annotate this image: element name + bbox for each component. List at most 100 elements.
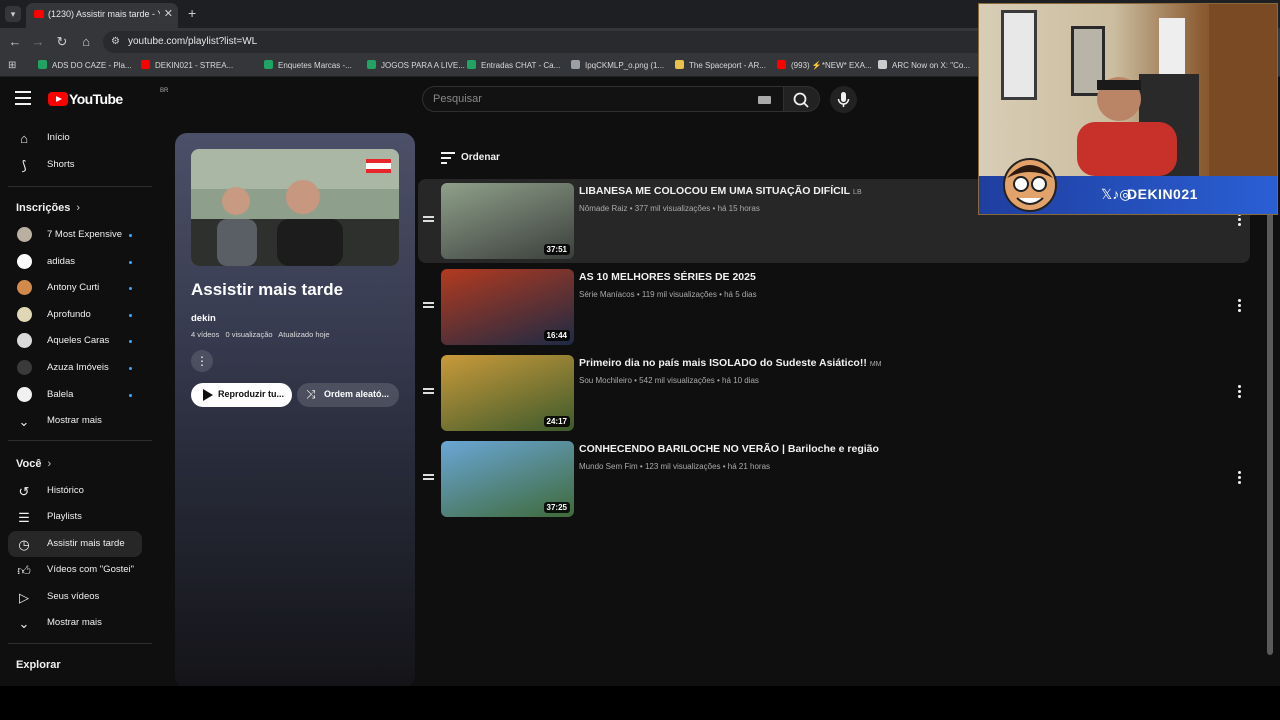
playlist-header: Assistir mais tarde dekin 4 vídeos 0 vis… — [175, 133, 415, 688]
sidebar-divider — [8, 643, 152, 644]
forward-icon[interactable]: → — [29, 33, 47, 51]
site-info-icon[interactable]: ⚙ — [111, 36, 120, 47]
subscription-item[interactable]: Aprofundo — [8, 302, 142, 328]
video-thumbnail[interactable]: 24:17 — [441, 355, 574, 431]
video-title[interactable]: Primeiro dia no país mais ISOLADO do Sud… — [579, 357, 882, 369]
playlist-thumbnail[interactable] — [191, 149, 399, 266]
country-flag: MM — [869, 361, 882, 368]
subscription-item[interactable]: Antony Curti — [8, 275, 142, 301]
subscription-item[interactable]: 7 Most Expensive — [8, 222, 142, 248]
drag-handle-icon[interactable] — [423, 216, 434, 224]
youtube-play-icon — [48, 92, 68, 106]
new-tab-icon[interactable]: + — [188, 5, 196, 21]
subscription-item[interactable]: Azuza Imóveis — [8, 355, 142, 381]
search-input[interactable]: Pesquisar — [422, 86, 784, 112]
video-title[interactable]: CONHECENDO BARILOCHE NO VERÃO | Bariloch… — [579, 443, 882, 455]
sidebar-item-watch-later[interactable]: ◷ Assistir mais tarde — [8, 531, 142, 557]
channel-name: Nômade Raiz — [579, 204, 628, 213]
more-options-icon[interactable] — [1238, 213, 1242, 228]
drag-handle-icon[interactable] — [423, 388, 434, 396]
play-all-button[interactable]: Reproduzir tu... — [191, 383, 292, 407]
more-options-icon[interactable] — [1238, 385, 1242, 400]
video-duration: 16:44 — [543, 330, 570, 341]
more-options-icon[interactable] — [1238, 299, 1242, 314]
view-count: 377 mil visualizações — [634, 204, 711, 213]
apps-grid-icon[interactable]: ⊞ — [8, 60, 16, 71]
home-button-icon[interactable]: ⌂ — [77, 33, 95, 51]
playlist-more-options-icon[interactable]: ⋮ — [191, 350, 213, 372]
guide-menu-icon[interactable] — [15, 91, 31, 105]
sidebar-item-liked-videos[interactable]: 👍︎ Vídeos com "Gostei" — [8, 557, 142, 583]
bookmark-item[interactable]: DEKIN021 - STREA... — [141, 60, 233, 70]
bookmark-item[interactable]: The Spaceport - AR... — [675, 60, 766, 70]
keyboard-icon[interactable] — [758, 96, 771, 104]
video-title[interactable]: AS 10 MELHORES SÉRIES DE 2025 — [579, 271, 759, 283]
bookmark-favicon-icon — [264, 60, 273, 69]
search-button[interactable] — [784, 86, 820, 112]
bookmark-favicon-icon — [467, 60, 476, 69]
bookmark-favicon-icon — [675, 60, 684, 69]
view-count: 0 visualização — [225, 330, 273, 339]
search-icon — [793, 92, 809, 108]
bookmark-item[interactable]: Entradas CHAT - Ca... — [467, 60, 560, 70]
tab-search-icon[interactable]: ▾ — [5, 6, 21, 22]
reload-icon[interactable]: ↻ — [53, 33, 71, 51]
voice-search-button[interactable] — [830, 86, 857, 113]
close-tab-icon[interactable]: ✕ — [164, 7, 173, 20]
bookmark-item[interactable]: Enquetes Marcas -... — [264, 60, 352, 70]
more-options-icon[interactable] — [1238, 471, 1242, 486]
playlists-icon: ☰ — [18, 510, 30, 525]
sidebar-item-home[interactable]: ⌂ Início — [8, 125, 142, 151]
back-icon[interactable]: ← — [6, 33, 24, 51]
bookmark-item[interactable]: JOGOS PARA A LIVE... — [367, 60, 465, 70]
playlist-video-row[interactable]: 37:25 CONHECENDO BARILOCHE NO VERÃO | Bar… — [418, 437, 1250, 521]
page-scrollbar[interactable] — [1267, 200, 1273, 655]
playlist-video-row[interactable]: 16:44 AS 10 MELHORES SÉRIES DE 2025 Série … — [418, 265, 1250, 349]
sidebar-item-playlists[interactable]: ☰ Playlists — [8, 504, 142, 530]
streamer-banner: 𝕏♪◎ DEKIN021 — [979, 158, 1277, 214]
upload-age: há 5 dias — [724, 290, 757, 299]
active-tab[interactable]: (1230) Assistir mais tarde - YouTube ✕ — [26, 3, 178, 28]
microphone-icon — [837, 92, 850, 107]
video-count: 4 vídeos — [191, 330, 220, 339]
shuffle-button[interactable]: ⤨ Ordem aleató... — [297, 383, 399, 407]
bookmark-item[interactable]: (993) ⚡*NEW* EXA... — [777, 60, 872, 70]
video-thumbnail[interactable]: 37:25 — [441, 441, 574, 517]
address-bar[interactable]: ⚙ youtube.com/playlist?list=WL — [103, 31, 1003, 53]
subscription-item[interactable]: adidas — [8, 249, 142, 275]
channel-avatar — [17, 280, 32, 296]
play-icon — [203, 389, 213, 401]
sidebar: ⌂ Início ⟆ Shorts Inscrições › 7 Most Exp… — [0, 122, 160, 682]
subscription-item[interactable]: Aqueles Caras — [8, 328, 142, 354]
new-content-dot — [129, 340, 132, 344]
show-more-you[interactable]: ⌄ Mostrar mais — [8, 610, 142, 636]
subscriptions-heading[interactable]: Inscrições › — [16, 202, 80, 214]
video-thumbnail[interactable]: 37:51 — [441, 183, 574, 259]
sidebar-item-shorts[interactable]: ⟆ Shorts — [8, 152, 142, 178]
new-content-dot — [129, 260, 132, 264]
bookmark-item[interactable]: ARC Now on X: "Co... — [878, 60, 970, 70]
video-title[interactable]: LIBANESA ME COLOCOU EM UMA SITUAÇÃO DIFÍ… — [579, 185, 862, 197]
sort-icon — [441, 152, 455, 167]
drag-handle-icon[interactable] — [423, 302, 434, 310]
channel-avatar — [17, 227, 32, 242]
sidebar-item-history[interactable]: ↺ Histórico — [8, 478, 142, 504]
playlist-video-row[interactable]: 24:17 Primeiro dia no país mais ISOLADO d… — [418, 351, 1250, 435]
you-heading[interactable]: Você › — [16, 458, 51, 470]
subscription-item[interactable]: Balela — [8, 382, 142, 408]
bookmark-item[interactable]: IpqCKMLP_o.png (1... — [571, 60, 664, 70]
view-count: 542 mil visualizações — [639, 376, 715, 385]
new-content-dot — [129, 313, 132, 317]
video-meta: Sou Mochileiro • 542 mil visualizações •… — [579, 376, 759, 385]
video-meta: Série Maníacos • 119 mil visualizações •… — [579, 290, 757, 299]
drag-handle-icon[interactable] — [423, 474, 434, 482]
bookmark-item[interactable]: ADS DO CAZE - Pla... — [38, 60, 132, 70]
sidebar-item-your-videos[interactable]: ▷ Seus vídeos — [8, 584, 142, 610]
video-thumbnail[interactable]: 16:44 — [441, 269, 574, 345]
show-more-subscriptions[interactable]: ⌄ Mostrar mais — [8, 408, 142, 434]
your-videos-icon: ▷ — [19, 590, 29, 605]
chevron-down-icon: ⌄ — [18, 616, 30, 631]
channel-name: Mundo Sem Fim — [579, 462, 638, 471]
playlist-owner[interactable]: dekin — [191, 313, 216, 324]
streamer-handle: DEKIN021 — [1127, 186, 1198, 202]
